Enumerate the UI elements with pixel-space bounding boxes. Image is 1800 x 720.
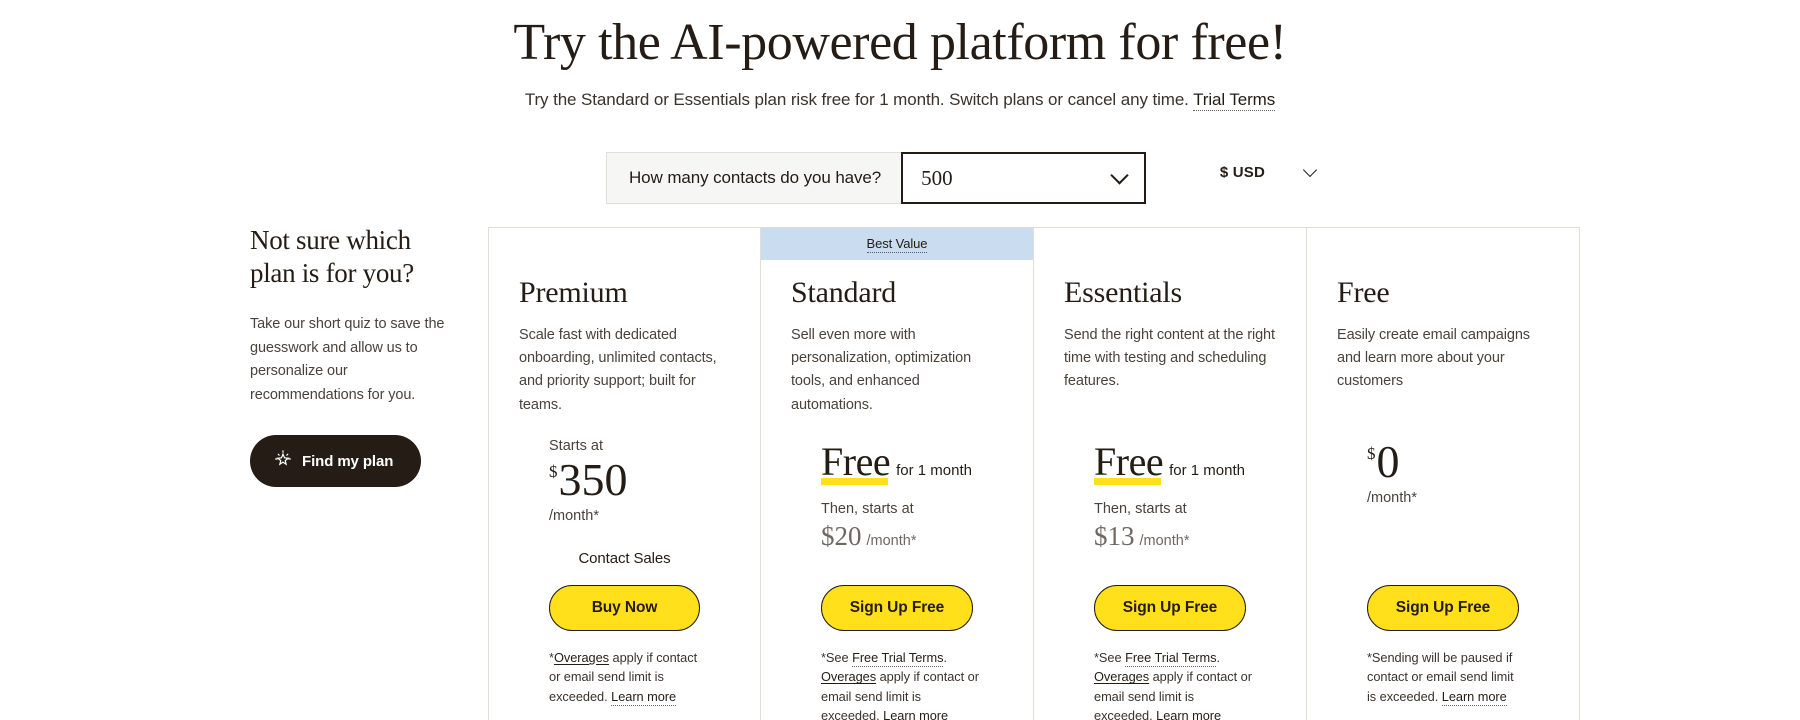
fine-sep: . [1216,650,1220,665]
learn-more-link[interactable]: Learn more [1156,708,1221,720]
plan-grid: Premium Scale fast with dedicated onboar… [488,227,1580,720]
hero-subtitle: Try the Standard or Essentials plan risk… [0,90,1800,112]
free-trial-line: Free for 1 month [1094,438,1246,485]
then-starts-label: Then, starts at [821,501,914,517]
free-trial-terms-link[interactable]: Free Trial Terms [852,650,944,667]
page-title-highlight: Try [513,12,586,74]
plan-description: Send the right content at the right time… [1064,327,1275,390]
fine-prefix: *See [1094,650,1126,665]
plan-fine-print: *See Free Trial Terms. Overages apply if… [1094,648,1252,720]
plan-card-essentials: Essentials Send the right content at the… [1034,228,1307,720]
plan-price-block: Free for 1 month Then, starts at $13 /mo… [1094,438,1246,552]
quiz-promo: Not sure which plan is for you? Take our… [250,224,445,488]
plan-card-free: Free Easily create email campaigns and l… [1307,228,1580,720]
free-word: Free [821,439,891,485]
free-duration: for 1 month [1169,462,1245,479]
plan-name: Standard [791,276,897,309]
sparkle-icon [274,450,292,472]
contact-sales-link[interactable]: Contact Sales [519,550,730,567]
quiz-promo-body: Take our short quiz to save the guesswor… [250,315,445,403]
currency-label: $ USD [1219,164,1265,181]
plan-fine-print: *Sending will be paused if contact or em… [1367,648,1525,706]
sign-up-free-button[interactable]: Sign Up Free [1367,585,1519,631]
plan-fine-print: *Overages apply if contact or email send… [549,648,706,706]
fine-sep: . [943,650,947,665]
plan-price: $0 [1367,436,1519,487]
then-starts-label: Then, starts at [1094,501,1187,517]
then-price-per: /month* [1139,533,1190,549]
then-price-amount: $20 [821,521,862,551]
then-price: $20 /month* [821,521,973,552]
pricing-page: Try the AI-powered platform for free! Tr… [0,0,1800,720]
plan-price-block: $0 /month* [1367,436,1519,507]
free-trial-line: Free for 1 month [821,438,973,485]
plan-name: Essentials [1064,276,1182,309]
overages-link[interactable]: Overages [554,650,609,665]
controls-row: How many contacts do you have? 500 $ USD [0,152,1800,208]
contacts-question-label: How many contacts do you have? [606,152,902,204]
contacts-select-value: 500 [921,165,953,190]
hero-subtitle-text: Try the Standard or Essentials plan risk… [524,90,1194,110]
plan-name: Premium [519,276,628,309]
plan-price: $350 [549,454,700,505]
page-title-rest: the AI-powered platform for free! [585,14,1287,71]
free-word: Free [1094,439,1164,485]
hero-section: Try the AI-powered platform for free! Tr… [0,0,1800,112]
chevron-down-icon [1110,166,1129,185]
sign-up-free-button[interactable]: Sign Up Free [821,585,973,631]
plan-description: Scale fast with dedicated onboarding, un… [519,327,717,413]
plan-fine-print: *See Free Trial Terms. Overages apply if… [821,648,979,720]
overages-link[interactable]: Overages [821,669,876,684]
plan-price-block: Free for 1 month Then, starts at $20 /mo… [821,438,973,552]
plan-description: Easily create email campaigns and learn … [1337,327,1530,390]
per-month-label: /month* [549,508,599,525]
per-month-label: /month* [1367,490,1417,507]
then-price-per: /month* [866,533,917,549]
contacts-select[interactable]: 500 [901,152,1147,204]
find-my-plan-label: Find my plan [302,452,394,470]
currency-symbol: $ [549,462,558,481]
find-my-plan-button[interactable]: Find my plan [250,435,422,488]
sign-up-free-button[interactable]: Sign Up Free [1094,585,1246,631]
plan-card-standard: Best Value Standard Sell even more with … [761,228,1034,720]
plan-name: Free [1337,276,1390,309]
page-title: Try the AI-powered platform for free! [0,12,1800,74]
plan-price-block: Starts at $350 /month* [549,438,700,524]
fine-prefix: *See [821,650,853,665]
free-duration: for 1 month [896,462,972,479]
currency-selector[interactable]: $ USD [1219,162,1318,181]
then-price-amount: $13 [1094,521,1135,551]
quiz-promo-title: Not sure which plan is for you? [250,225,414,289]
price-amount: 0 [1376,436,1400,487]
learn-more-link[interactable]: Learn more [883,708,948,720]
overages-link[interactable]: Overages [1094,669,1149,684]
starts-at-label: Starts at [549,438,603,454]
trial-terms-link[interactable]: Trial Terms [1193,90,1275,112]
learn-more-link[interactable]: Learn more [1441,688,1507,706]
price-amount: 350 [558,454,628,505]
learn-more-link[interactable]: Learn more [611,688,676,706]
buy-now-button[interactable]: Buy Now [549,585,700,631]
contacts-selector-group: How many contacts do you have? 500 [606,152,1147,204]
chevron-down-icon [1302,162,1318,177]
then-price: $13 /month* [1094,521,1246,552]
free-trial-terms-link[interactable]: Free Trial Terms [1125,650,1217,667]
plan-card-premium: Premium Scale fast with dedicated onboar… [488,228,761,720]
plan-description: Sell even more with personalization, opt… [791,327,972,413]
currency-symbol: $ [1367,444,1376,463]
